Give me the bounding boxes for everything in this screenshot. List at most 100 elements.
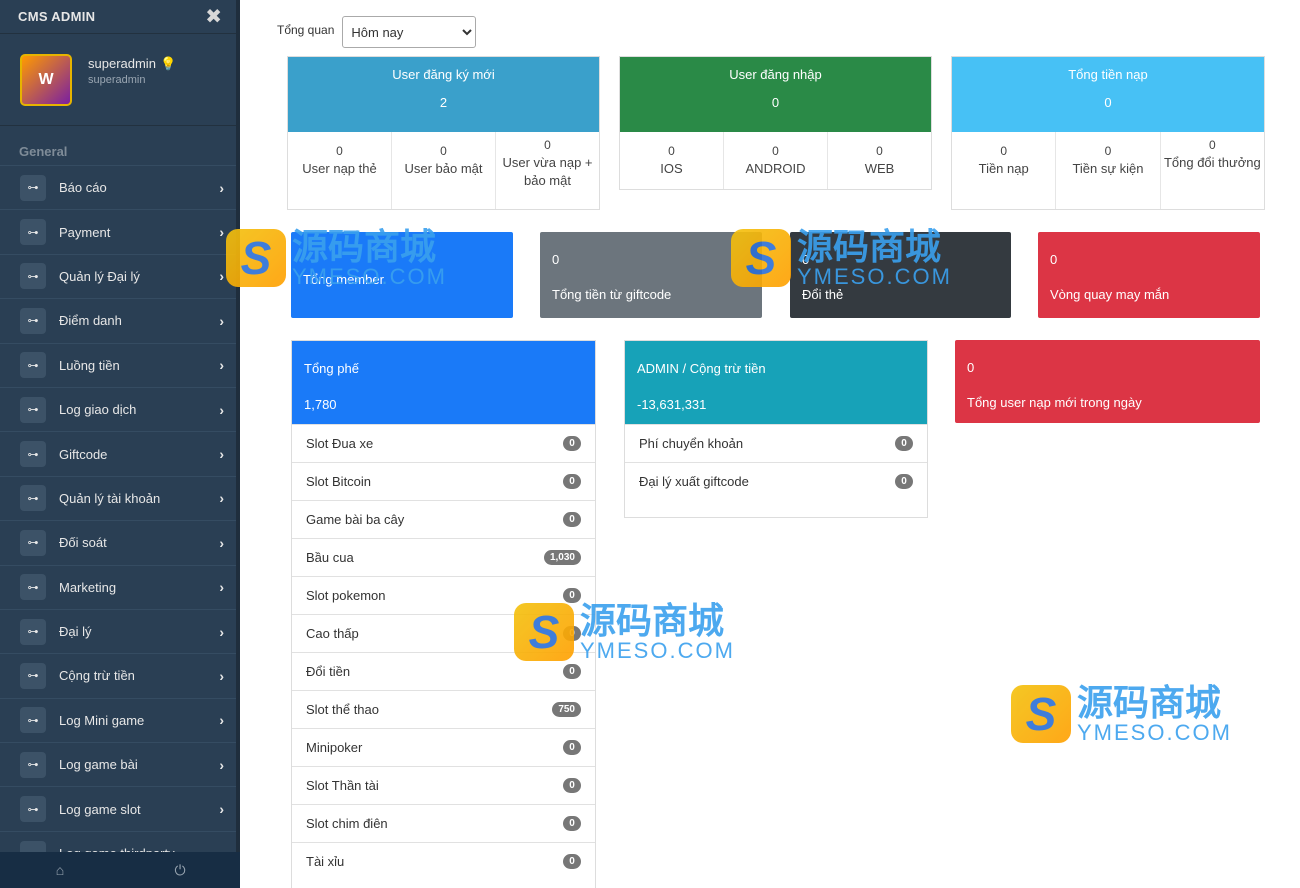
sidebar-item-label: Đại lý [59,624,92,640]
stat-card-logins: User đăng nhập 0 0 IOS 0 ANDROID 0 WEB [619,56,932,190]
chevron-right-icon: › [219,401,224,418]
watermark: S 源码商城 YMESO.COM [1011,684,1232,744]
chevron-right-icon: › [219,667,224,684]
sidebar-item[interactable]: ⊶ Báo cáo › [0,165,240,210]
sidebar-item[interactable]: ⊶ Quản lý Đại lý › [0,253,240,299]
chevron-right-icon: › [219,801,224,818]
list-item-label: Slot Đua xe [306,436,374,451]
sidebar-item-label: Log giao dịch [59,402,137,418]
list-item: Slot Bitcoin 0 [292,462,595,500]
gamepad-icon: ⊶ [20,618,46,645]
list-item: Cao thấp 0 [292,614,595,652]
sidebar-menu: ⊶ Báo cáo › ⊶ Payment › ⊶ Quản lý Đại lý › ⊶ Điểm … [0,165,240,876]
sidebar-item[interactable]: ⊶ Đối soát › [0,520,240,565]
count-badge: 0 [563,778,581,793]
tile-lucky-wheel[interactable]: 0 Vòng quay may mắn [1038,232,1260,318]
stat-cell: 0 Tiền nạp [952,132,1057,209]
main-content: Tổng quan Hôm nay User đăng ký mới 2 0 Us… [226,0,1300,888]
sidebar-item[interactable]: ⊶ Giftcode › [0,431,240,476]
list-item-label: Slot thể thao [306,702,379,717]
sidebar-item[interactable]: ⊶ Log game bài › [0,742,240,787]
stat-cell: 0 User nạp thẻ [288,132,392,209]
sidebar-item[interactable]: ⊶ Đại lý › [0,608,240,654]
profile-role: superadmin [88,74,146,86]
tile-value: 0 [1050,252,1058,267]
period-select[interactable]: Hôm nay [342,16,477,48]
stat-card-deposits: Tổng tiền nạp 0 0 Tiền nạp 0 Tiền sự kiện … [951,56,1265,210]
list-item-label: Slot chim điên [306,816,388,831]
sidebar-item-label: Giftcode [59,446,108,462]
tile-label: Đổi thẻ [802,287,844,302]
sidebar-item-label: Log Mini game [59,712,145,728]
sidebar-item-label: Log game slot [59,801,141,817]
sidebar-item[interactable]: ⊶ Cộng trừ tiền › [0,653,240,698]
stat-cell: 0 IOS [620,132,724,189]
profile-info: superadmin 💡 superadmin [88,56,176,86]
gamepad-icon: ⊶ [20,796,46,823]
tile-total-member[interactable]: Tổng member [291,232,513,318]
gamepad-icon: ⊶ [20,307,46,334]
overview-filter: Tổng quan Hôm nay [277,16,477,48]
sidebar-item-label: Quản lý Đại lý [59,268,140,284]
sidebar-item[interactable]: ⊶ Luồng tiền › [0,342,240,387]
sidebar-item-label: Log game bài [59,757,138,773]
list-item: Phí chuyển khoản 0 [625,424,927,462]
tile-label: Tổng tiền từ giftcode [552,287,672,302]
chevron-right-icon: › [219,579,224,596]
list-item-label: Slot Bitcoin [306,474,372,489]
sidebar-item[interactable]: ⊶ Điểm danh › [0,298,240,343]
count-badge: 750 [552,702,581,717]
profile-username[interactable]: superadmin [88,56,156,71]
count-badge: 0 [563,588,581,603]
chevron-right-icon: › [219,756,224,773]
list-item: Game bài ba cây 0 [292,500,595,538]
close-icon[interactable]: ✖ [205,4,222,29]
count-badge: 0 [563,436,581,451]
count-badge: 1,030 [543,550,581,565]
gamepad-icon: ⊶ [20,219,46,246]
sidebar-item[interactable]: ⊶ Marketing › [0,564,240,609]
sidebar-item[interactable]: ⊶ Payment › [0,209,240,254]
sidebar-item-label: Quản lý tài khoản [59,490,161,506]
home-icon[interactable]: ⌂ [0,852,120,888]
gamepad-icon: ⊶ [20,352,46,379]
count-badge: 0 [563,664,581,679]
stat-title: Tổng tiền nạp [1068,67,1148,82]
app-title: CMS ADMIN [18,9,96,24]
panel-title: ADMIN / Cộng trừ tiền [637,361,766,376]
list-item: Slot pokemon 0 [292,576,595,614]
tile-value: 0 [552,252,560,267]
list-item-label: Slot pokemon [306,588,386,603]
gamepad-icon: ⊶ [20,751,46,778]
list-item: Bầu cua 1,030 [292,538,595,576]
list-item-label: Game bài ba cây [306,512,405,527]
tile-card-exchange[interactable]: 0 Đổi thẻ [790,232,1011,318]
tile-value: 0 [967,360,975,375]
power-icon[interactable]: ⏻ [120,852,240,888]
chevron-right-icon: › [219,268,224,285]
list-item: Slot Đua xe 0 [292,424,595,462]
panel-value: 1,780 [304,397,337,412]
sidebar-item[interactable]: ⊶ Quản lý tài khoản › [0,475,240,521]
chevron-right-icon: › [219,623,224,640]
avatar[interactable]: W [20,54,72,106]
chevron-right-icon: › [219,312,224,329]
list-item: Slot Thần tài 0 [292,766,595,804]
stat-cell: 0 User vừa nạp + bảo mật [502,138,593,188]
list-item-label: Minipoker [306,740,363,755]
tile-giftcode-total[interactable]: 0 Tổng tiền từ giftcode [540,232,762,318]
sidebar-item-label: Cộng trừ tiền [59,668,135,684]
sidebar-item[interactable]: ⊶ Log Mini game › [0,697,240,743]
stat-cell: 0 WEB [864,144,895,176]
stat-value: 0 [1104,95,1112,110]
sidebar-item[interactable]: ⊶ Log giao dịch › [0,386,240,432]
sidebar-item[interactable]: ⊶ Log game slot › [0,786,240,831]
sidebar-footer: ⌂ ⏻ [0,852,240,888]
chevron-right-icon: › [219,534,224,551]
stat-title: User đăng ký mới [392,67,495,82]
list-item-label: Slot Thần tài [306,778,379,793]
tile-new-deposit-users[interactable]: 0 Tổng user nạp mới trong ngày [955,340,1260,423]
list-item: Đổi tiền 0 [292,652,595,690]
stat-value: 0 [771,95,780,110]
sidebar-item-label: Điểm danh [59,313,122,329]
